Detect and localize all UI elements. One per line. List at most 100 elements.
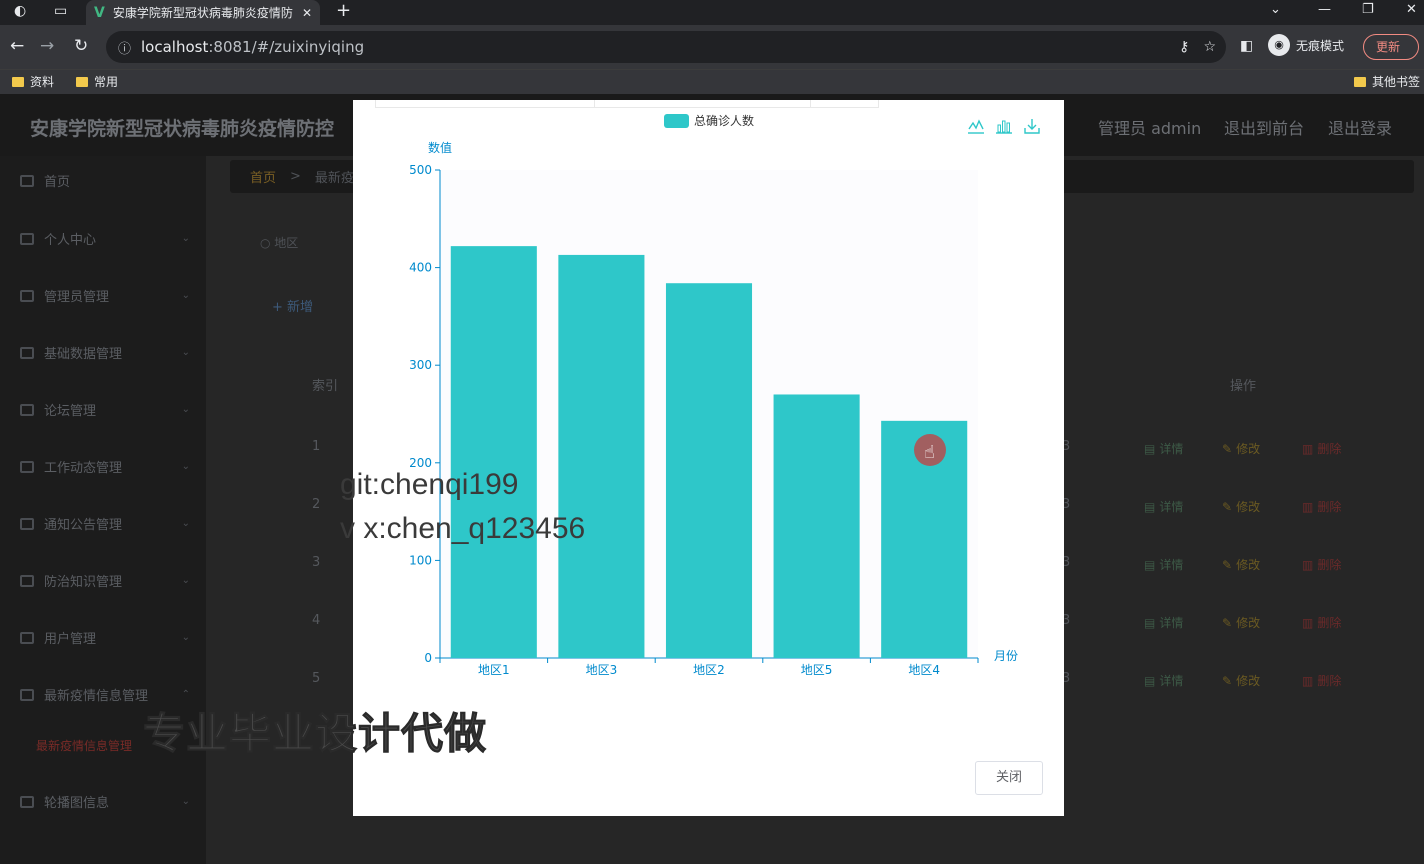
sidebar-item-admins[interactable]: 管理员管理 ⌄	[20, 286, 190, 305]
incognito-indicator[interactable]: ◉ 无痕模式	[1268, 34, 1344, 56]
forward-icon[interactable]: →	[40, 36, 54, 56]
delete-label: 删除	[1317, 500, 1342, 514]
tab-list-icon[interactable]: ⌄	[1270, 2, 1281, 17]
chevron-down-icon: ⌄	[181, 518, 190, 529]
sidebar-item-base-data[interactable]: 基础数据管理 ⌄	[20, 343, 190, 362]
sidebar-label: 管理员管理	[44, 290, 110, 305]
trash-icon: ▥	[1302, 499, 1314, 514]
browser-tab[interactable]: V 安康学院新型冠状病毒肺炎疫情防 ✕	[86, 0, 320, 25]
incognito-icon: ◉	[1268, 34, 1290, 56]
sidebar-item-profile[interactable]: 个人中心 ⌄	[20, 229, 190, 248]
sidebar-label: 轮播图信息	[44, 796, 110, 811]
download-icon[interactable]	[1023, 117, 1041, 135]
logout-link[interactable]: 退出登录	[1328, 115, 1392, 139]
y-tick-label: 0	[424, 651, 432, 665]
edit-button[interactable]: ✎ 修改	[1222, 556, 1260, 573]
legend-label: 总确诊人数	[694, 113, 754, 128]
sidebar-subitem-epidemic[interactable]: 最新疫情信息管理	[36, 737, 132, 754]
edit-label: 修改	[1236, 500, 1261, 514]
key-icon[interactable]: ⚷	[1179, 39, 1189, 55]
sidebar-item-users[interactable]: 用户管理 ⌄	[20, 628, 190, 647]
detail-button[interactable]: ▤ 详情	[1144, 614, 1183, 631]
detail-icon: ▤	[1144, 557, 1156, 572]
site-info-icon[interactable]: ⓘ	[118, 38, 131, 57]
delete-label: 删除	[1317, 558, 1342, 572]
side-panel-icon[interactable]: ◧	[1240, 38, 1253, 54]
edit-label: 修改	[1236, 558, 1261, 572]
edit-icon: ✎	[1222, 557, 1233, 572]
sidebar-item-forum[interactable]: 论坛管理 ⌄	[20, 400, 190, 419]
delete-button[interactable]: ▥ 删除	[1302, 440, 1341, 457]
sidebar-item-carousel[interactable]: 轮播图信息 ⌄	[20, 792, 190, 811]
detail-icon: ▤	[1144, 615, 1156, 630]
bar-chart-icon[interactable]	[995, 117, 1013, 135]
search-input[interactable]: ○ 地区	[260, 234, 298, 251]
app-title: 安康学院新型冠状病毒肺炎疫情防控	[30, 118, 335, 140]
detail-button[interactable]: ▤ 详情	[1144, 440, 1183, 457]
reload-icon[interactable]: ↻	[74, 36, 88, 56]
breadcrumb-current: 最新疫	[314, 171, 354, 186]
row-index: 1	[312, 439, 321, 454]
add-button[interactable]: + 新增	[272, 296, 313, 315]
chevron-down-icon: ⌄	[181, 404, 190, 415]
delete-button[interactable]: ▥ 删除	[1302, 614, 1341, 631]
detail-label: 详情	[1159, 674, 1184, 688]
maximize-icon[interactable]: ❐	[1362, 2, 1374, 17]
update-button[interactable]: 更新	[1363, 34, 1419, 60]
bookmark-star-icon[interactable]: ☆	[1203, 39, 1216, 55]
edit-label: 修改	[1236, 674, 1261, 688]
window-close-icon[interactable]: ✕	[1406, 2, 1417, 17]
book-icon	[20, 574, 34, 587]
bookmark-folder-2[interactable]: 常用	[76, 73, 118, 90]
bookmark-label: 资料	[30, 75, 55, 89]
line-chart-icon[interactable]	[967, 117, 985, 135]
admin-label: 管理员 admin	[1098, 119, 1202, 138]
x-axis-title: 月份	[994, 649, 1018, 663]
y-axis-title: 数值	[428, 140, 452, 155]
delete-button[interactable]: ▥ 删除	[1302, 672, 1341, 689]
bar	[773, 394, 860, 658]
vue-logo-icon: V	[94, 4, 105, 21]
detail-button[interactable]: ▤ 详情	[1144, 556, 1183, 573]
edit-button[interactable]: ✎ 修改	[1222, 440, 1260, 457]
power-icon	[20, 289, 34, 302]
tab-search-icon[interactable]: ▭	[54, 3, 67, 19]
row-index: 4	[312, 613, 321, 628]
chevron-down-icon: ⌄	[181, 632, 190, 643]
back-icon[interactable]: ←	[10, 36, 24, 56]
detail-button[interactable]: ▤ 详情	[1144, 672, 1183, 689]
detail-icon: ▤	[1144, 499, 1156, 514]
grid-icon	[20, 517, 34, 530]
hand-cursor-icon: ☝	[914, 434, 946, 466]
sidebar-label: 首页	[44, 175, 71, 190]
minimize-icon[interactable]: —	[1318, 2, 1331, 17]
edit-button[interactable]: ✎ 修改	[1222, 672, 1260, 689]
sidebar-label: 工作动态管理	[44, 461, 123, 476]
close-button[interactable]: 关闭	[975, 761, 1043, 795]
breadcrumb-home[interactable]: 首页	[250, 167, 276, 186]
sidebar-item-notice[interactable]: 通知公告管理 ⌄	[20, 514, 190, 533]
delete-button[interactable]: ▥ 删除	[1302, 498, 1341, 515]
tab-close-icon[interactable]: ✕	[302, 6, 312, 20]
detail-button[interactable]: ▤ 详情	[1144, 498, 1183, 515]
x-tick-label: 地区3	[586, 663, 618, 677]
edit-icon: ✎	[1222, 673, 1233, 688]
sidebar-item-knowledge[interactable]: 防治知识管理 ⌄	[20, 571, 190, 590]
chevron-up-icon: ⌃	[181, 689, 190, 700]
other-bookmarks[interactable]: 其他书签	[1354, 73, 1420, 90]
edit-button[interactable]: ✎ 修改	[1222, 614, 1260, 631]
url-input[interactable]: ⓘ localhost:8081/#/zuixinyiqing ⚷ ☆	[106, 31, 1226, 63]
front-link[interactable]: 退出到前台	[1224, 115, 1304, 139]
trash-icon: ▥	[1302, 557, 1314, 572]
row-index: 5	[312, 671, 321, 686]
new-tab-icon[interactable]: +	[336, 0, 351, 21]
checkbox-icon	[20, 346, 34, 359]
sidebar-label: 论坛管理	[44, 404, 97, 419]
edit-button[interactable]: ✎ 修改	[1222, 498, 1260, 515]
delete-button[interactable]: ▥ 删除	[1302, 556, 1341, 573]
sidebar-item-home[interactable]: 首页	[20, 171, 190, 190]
search-placeholder: 地区	[274, 236, 299, 250]
sidebar-item-work[interactable]: 工作动态管理 ⌄	[20, 457, 190, 476]
browser-menu-icon[interactable]: ◐	[14, 3, 26, 19]
bookmark-folder-1[interactable]: 资料	[12, 73, 54, 90]
